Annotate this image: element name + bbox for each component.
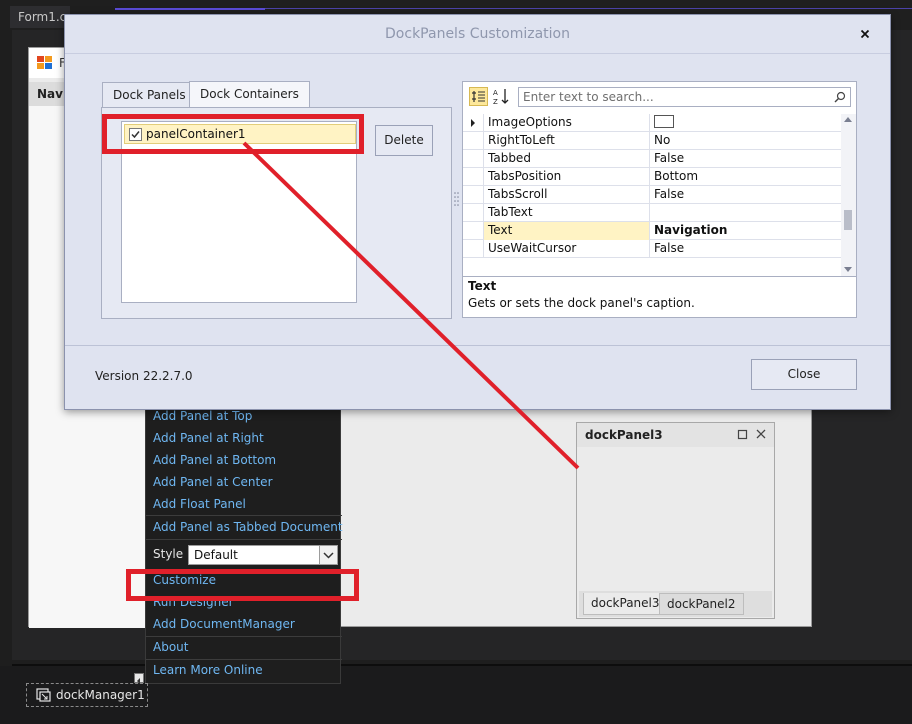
annotation-arrow	[242, 141, 580, 470]
